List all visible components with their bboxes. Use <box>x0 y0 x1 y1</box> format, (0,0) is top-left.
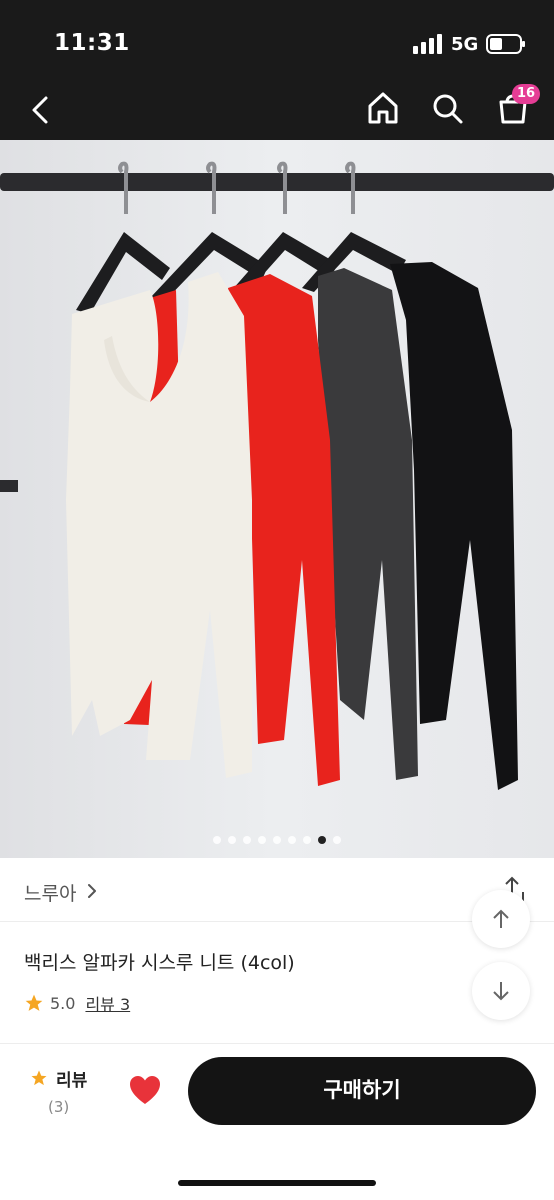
review-count: (3) <box>48 1098 70 1116</box>
carousel-indicator <box>0 836 554 846</box>
arrow-up-icon <box>493 909 509 928</box>
shop-name[interactable]: 느루아 <box>24 879 76 906</box>
carousel-dot[interactable] <box>333 836 341 844</box>
scroll-down-button[interactable] <box>472 962 530 1020</box>
back-button[interactable] <box>26 90 58 130</box>
scroll-up-button[interactable] <box>472 890 530 948</box>
arrow-down-icon <box>493 982 509 1001</box>
cart-count-badge: 16 <box>512 84 541 104</box>
review-summary-button[interactable]: 리뷰 (3) <box>30 1066 94 1122</box>
buy-button[interactable]: 구매하기 <box>188 1057 536 1125</box>
home-button[interactable] <box>364 88 402 128</box>
carousel-dot[interactable] <box>243 836 251 844</box>
home-icon <box>368 92 398 124</box>
status-time: 11:31 <box>54 30 130 56</box>
star-icon <box>25 994 43 1011</box>
heart-icon[interactable] <box>128 1074 162 1106</box>
star-icon <box>31 1070 47 1086</box>
review-link[interactable]: 리뷰 3 <box>85 991 130 1015</box>
product-photo <box>0 140 554 858</box>
shop-row[interactable]: 느루아 <box>0 860 554 922</box>
rating-row: 5.0 리뷰 3 <box>24 991 130 1015</box>
bottom-action-bar: 리뷰 (3) 구매하기 <box>0 1043 554 1200</box>
carousel-dot[interactable] <box>318 836 326 844</box>
carousel-dot[interactable] <box>303 836 311 844</box>
carousel-dot[interactable] <box>288 836 296 844</box>
home-indicator <box>178 1180 376 1186</box>
signal-icon <box>413 34 442 54</box>
back-icon <box>32 96 48 124</box>
chevron-right-icon <box>88 884 96 898</box>
network-label: 5G <box>451 34 479 55</box>
carousel-dot[interactable] <box>273 836 281 844</box>
battery-icon <box>486 34 525 54</box>
rating-score: 5.0 <box>50 993 76 1013</box>
search-button[interactable] <box>429 88 467 128</box>
status-bar: 11:31 5G <box>0 0 554 84</box>
carousel-dot[interactable] <box>213 836 221 844</box>
product-image-carousel[interactable] <box>0 140 554 858</box>
product-title: 백리스 알파카 시스루 니트 (4col) <box>24 952 295 974</box>
carousel-dot[interactable] <box>228 836 236 844</box>
app-header: 16 <box>0 84 554 140</box>
carousel-dot[interactable] <box>258 836 266 844</box>
search-icon <box>433 94 463 124</box>
review-label: 리뷰 <box>56 1071 88 1091</box>
